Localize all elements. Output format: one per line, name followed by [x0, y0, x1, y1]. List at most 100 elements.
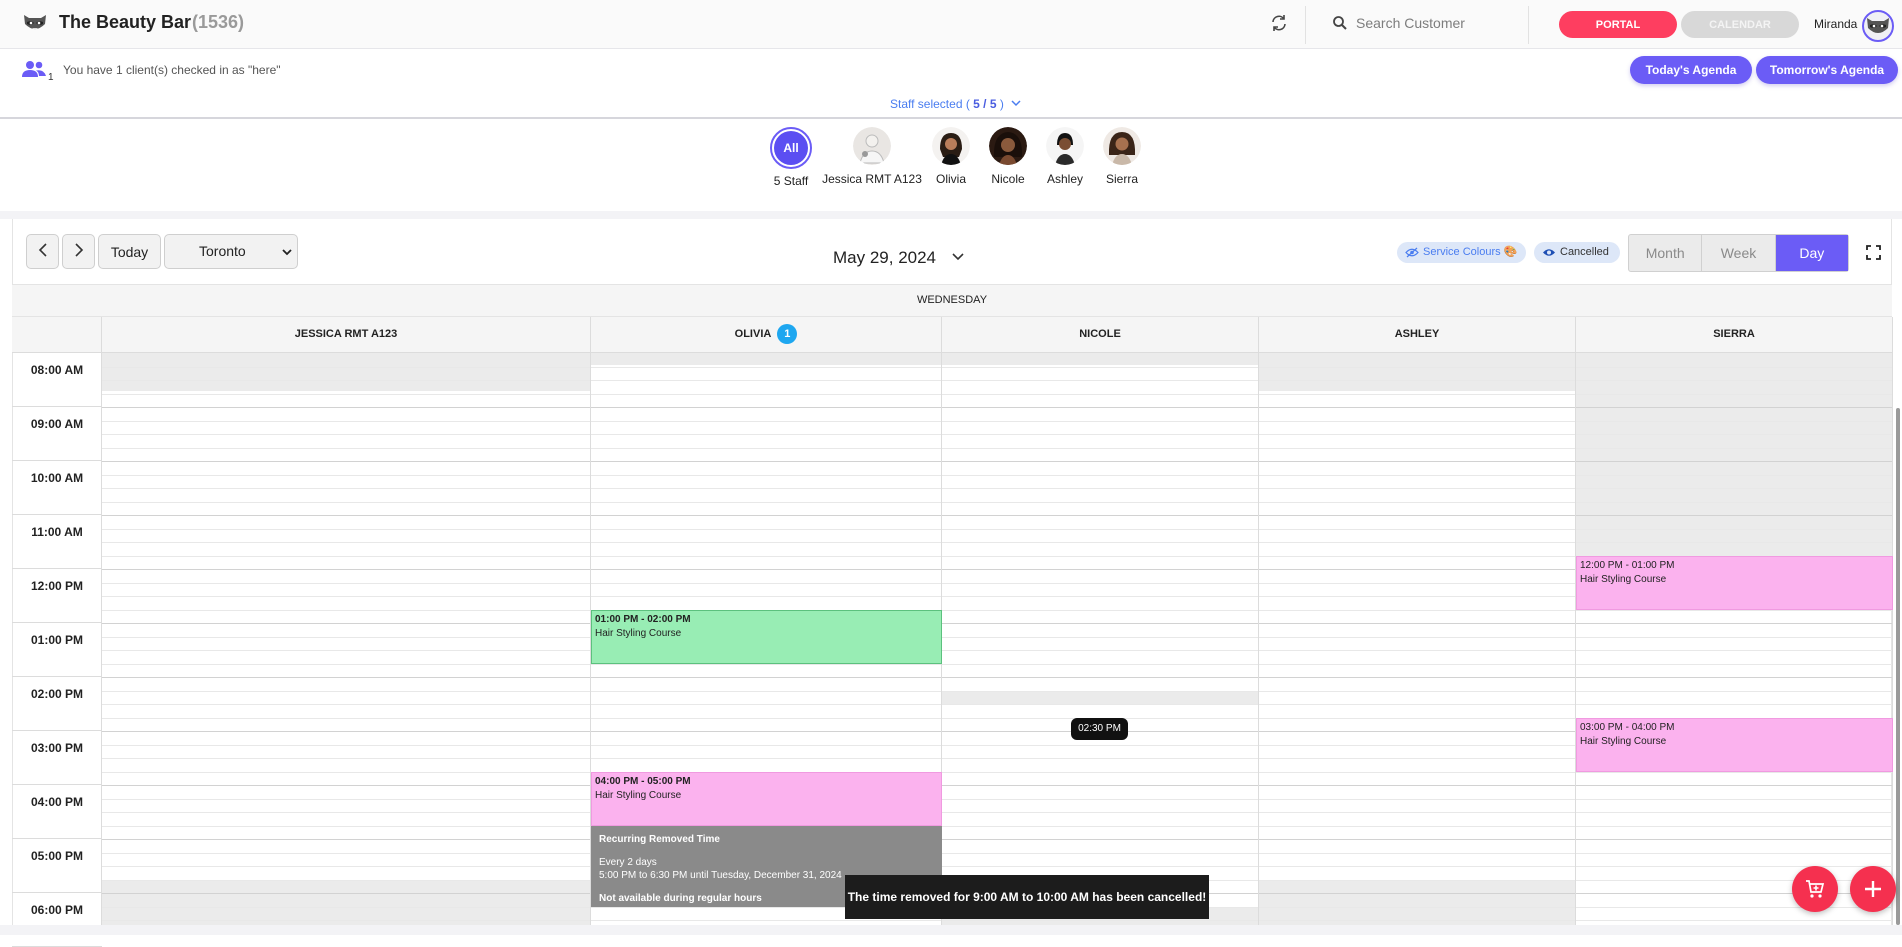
time-slot-line	[591, 744, 941, 746]
time-slot-line	[1576, 461, 1892, 462]
appointment-olivia-1[interactable]: 01:00 PM - 02:00 PM Hair Styling Course	[591, 610, 942, 664]
schedule-column-nicole[interactable]	[942, 353, 1259, 925]
users-icon	[22, 61, 46, 77]
time-slot-line	[591, 704, 941, 705]
time-slot-line	[102, 609, 590, 611]
today-button[interactable]: Today	[98, 234, 161, 269]
time-slot-line	[102, 488, 590, 489]
cart-button[interactable]	[1792, 866, 1838, 912]
time-slot-line	[1259, 771, 1575, 773]
time-slot-line	[102, 636, 590, 638]
staff-name: Sierra	[1105, 172, 1138, 186]
appointment-olivia-2[interactable]: 04:00 PM - 05:00 PM Hair Styling Course	[591, 772, 942, 826]
all-staff-avatar: All	[770, 127, 812, 169]
time-slot-line	[591, 569, 941, 570]
time-slot-line	[1259, 677, 1575, 678]
portal-button[interactable]: PORTAL	[1559, 11, 1677, 38]
time-slot-line	[942, 474, 1258, 476]
unavailable-block	[1576, 353, 1892, 557]
chevron-left-icon	[38, 243, 47, 257]
view-switcher: Month Week Day	[1628, 234, 1849, 272]
day-view-button[interactable]: Day	[1775, 235, 1848, 271]
eye-icon	[1543, 249, 1555, 256]
avatar	[989, 127, 1027, 165]
month-view-button[interactable]: Month	[1629, 235, 1703, 271]
time-slot-line	[102, 906, 590, 908]
appointment-sierra-2[interactable]: 03:00 PM - 04:00 PM Hair Styling Course	[1576, 718, 1893, 772]
staff-filter-jessica[interactable]: Jessica RMT A123	[822, 127, 922, 186]
time-slot-line	[102, 515, 590, 516]
time-slot-line	[102, 420, 590, 422]
time-slot-line	[1259, 596, 1575, 597]
calendar-scrollbar[interactable]	[1896, 408, 1900, 925]
todays-agenda-button[interactable]: Today's Agenda	[1630, 56, 1752, 84]
cancelled-toggle[interactable]: Cancelled	[1534, 242, 1620, 263]
sync-icon[interactable]	[1269, 13, 1289, 33]
time-slot-line	[1576, 852, 1892, 854]
unavailable-block	[102, 881, 590, 925]
time-slot-line	[942, 744, 1258, 746]
time-slot-line	[942, 825, 1258, 827]
user-avatar[interactable]	[1862, 10, 1894, 42]
time-label: 01:00 PM	[12, 623, 102, 677]
timezone-select[interactable]: Toronto	[164, 234, 298, 269]
time-slot-line	[591, 528, 941, 530]
time-slot-line	[591, 542, 941, 543]
staff-selected-toggle[interactable]: Staff selected ( 5 / 5 )	[890, 97, 1004, 111]
time-slot-line	[102, 582, 590, 584]
time-slot-line	[1259, 798, 1575, 800]
time-slot-line	[102, 596, 590, 597]
staff-filter-sierra[interactable]: Sierra	[1099, 127, 1145, 186]
time-slot-line	[1259, 515, 1575, 516]
time-slot-line	[102, 528, 590, 530]
time-slot-line	[102, 704, 590, 705]
chevron-down-icon[interactable]	[1011, 98, 1021, 108]
schedule-column-jessica[interactable]	[102, 353, 591, 925]
next-day-button[interactable]	[62, 234, 95, 269]
time-slot-line	[1259, 434, 1575, 435]
tomorrows-agenda-button[interactable]: Tomorrow's Agenda	[1756, 56, 1898, 84]
fullscreen-icon[interactable]	[1866, 245, 1881, 260]
time-slot-line	[591, 461, 941, 462]
chevron-right-icon	[74, 243, 83, 257]
time-slot-line	[1259, 488, 1575, 489]
calendar-button[interactable]: CALENDAR	[1681, 11, 1799, 38]
staff-filter-olivia[interactable]: Olivia	[928, 127, 974, 186]
staff-filter-ashley[interactable]: Ashley	[1042, 127, 1088, 186]
search-customer-input[interactable]	[1356, 10, 1516, 36]
time-slot-line	[942, 812, 1258, 813]
time-slot-line	[1576, 366, 1892, 368]
appointment-title: Hair Styling Course	[595, 790, 682, 801]
time-slot-line	[102, 785, 590, 786]
staff-selected-prefix: Staff selected (	[890, 97, 970, 111]
week-view-button[interactable]: Week	[1702, 235, 1776, 271]
time-slot-line	[1259, 609, 1575, 611]
time-slot-line	[1259, 785, 1575, 786]
time-slot-line	[1576, 663, 1892, 665]
previous-day-button[interactable]	[26, 234, 59, 269]
time-slot-line	[1576, 839, 1892, 840]
toolbar-divider	[1528, 6, 1529, 44]
date-title[interactable]: May 29, 2024	[833, 248, 936, 268]
staff-filter-all[interactable]: All 5 Staff	[768, 127, 814, 188]
appointment-sierra-1[interactable]: 12:00 PM - 01:00 PM Hair Styling Course	[1576, 556, 1893, 610]
time-slot-line	[942, 839, 1258, 840]
appointment-title: Hair Styling Course	[1580, 736, 1667, 747]
chevron-down-icon[interactable]	[951, 252, 965, 262]
time-slot-line	[942, 663, 1258, 665]
schedule-column-ashley[interactable]	[1259, 353, 1576, 925]
time-slot-line	[1576, 690, 1892, 692]
time-slot-line	[591, 393, 941, 395]
time-slot-line	[942, 650, 1258, 651]
raccoon-avatar-icon	[1867, 18, 1889, 33]
schedule-column-sierra[interactable]	[1576, 353, 1893, 925]
add-button[interactable]	[1850, 866, 1896, 912]
staff-filter-nicole[interactable]: Nicole	[985, 127, 1031, 186]
time-slot-line	[1259, 893, 1575, 894]
service-colours-toggle[interactable]: Service Colours 🎨	[1397, 242, 1526, 263]
time-slot-line	[1576, 447, 1892, 449]
time-label: 12:00 PM	[12, 569, 102, 623]
time-label: 11:00 AM	[12, 515, 102, 569]
time-slot-line	[942, 798, 1258, 800]
search-icon	[1333, 16, 1347, 30]
